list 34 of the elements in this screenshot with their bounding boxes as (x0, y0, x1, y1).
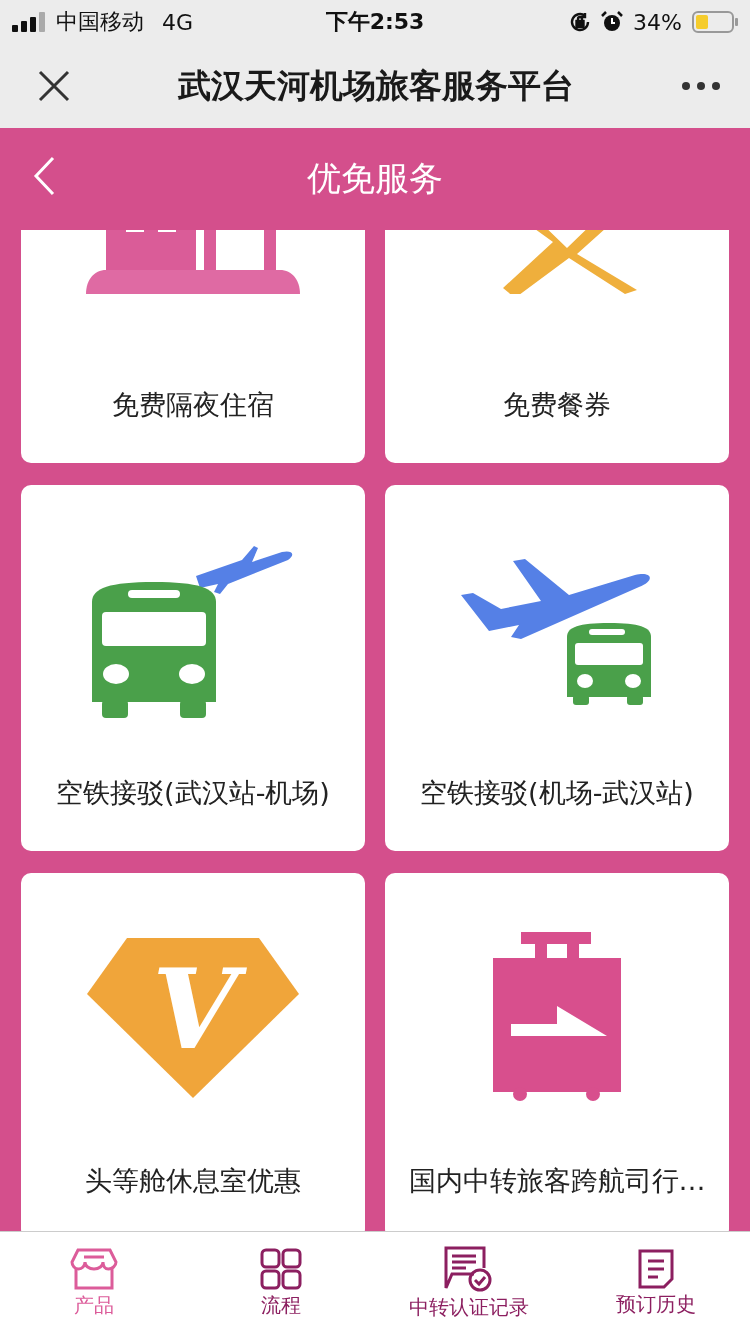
battery-icon (692, 11, 738, 33)
service-card[interactable]: 免费餐券 (385, 230, 729, 463)
service-card[interactable]: 空铁接驳(机场-武汉站) (385, 485, 729, 851)
service-card[interactable]: 空铁接驳(武汉站-机场) (21, 485, 365, 851)
service-label: 空铁接驳(机场-武汉站) (420, 776, 694, 810)
tab[interactable]: 中转认证记录 (375, 1232, 563, 1334)
battery-percent: 34% (633, 9, 682, 35)
diamond-badge-icon: V (87, 938, 299, 1098)
carrier-name: 中国移动 (56, 8, 144, 36)
tab[interactable]: 产品 (0, 1232, 188, 1334)
more-icon[interactable] (682, 82, 720, 90)
service-label: 免费餐券 (503, 388, 611, 422)
window-title: 武汉天河机场旅客服务平台 (178, 64, 574, 107)
network-type: 4G (162, 9, 194, 35)
document-icon (638, 1248, 675, 1289)
tab[interactable]: 预订历史 (562, 1232, 750, 1334)
service-label: 免费隔夜住宿 (112, 388, 274, 422)
service-card[interactable]: 国内中转旅客跨航司行… (385, 873, 729, 1231)
service-label: 国内中转旅客跨航司行… (408, 1164, 706, 1198)
close-icon[interactable] (38, 70, 70, 102)
service-card[interactable]: 免费隔夜住宿 (21, 230, 365, 463)
page-title: 优免服务 (307, 157, 443, 200)
tab[interactable]: 流程 (187, 1232, 375, 1334)
service-label: 空铁接驳(武汉站-机场) (56, 776, 330, 810)
store-icon (69, 1247, 118, 1290)
suitcase-icon (493, 932, 621, 1104)
service-label: 头等舱休息室优惠 (85, 1164, 301, 1198)
alarm-icon (601, 11, 624, 33)
signal-icon (12, 12, 46, 32)
service-card[interactable]: V 头等舱休息室优惠 (21, 873, 365, 1231)
rotation-lock-icon (569, 11, 592, 33)
message-check-icon (443, 1245, 494, 1292)
grid-icon (260, 1247, 303, 1290)
status-time: 下午2:53 (325, 8, 425, 36)
